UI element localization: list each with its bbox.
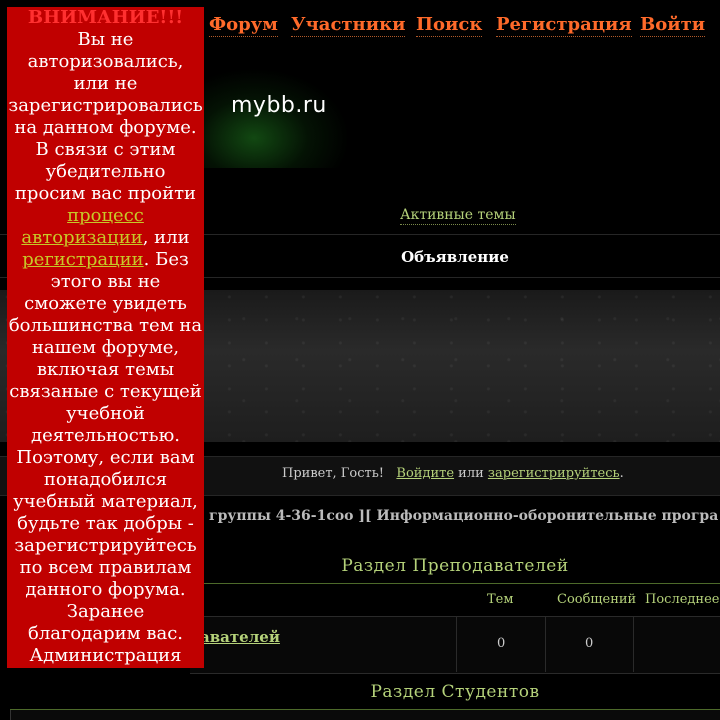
warning-text: . Без этого вы не сможете увидеть больши… — [8, 249, 203, 666]
greeting-prefix: Привет, Гость! — [282, 466, 385, 481]
section-table-start — [10, 710, 720, 720]
cell-divider — [545, 616, 546, 672]
cell-divider — [633, 616, 634, 672]
warning-text: , или — [142, 227, 190, 248]
guest-greeting: Привет, Гость! Войдите или зарегистрируй… — [282, 466, 624, 481]
column-last-post: Последнее — [645, 592, 720, 607]
column-topics: Тем — [487, 592, 514, 607]
warning-text: Вы не авторизовались, или не зарегистрир… — [8, 29, 203, 204]
nav-register[interactable]: Регистрация — [496, 14, 632, 37]
mybb-logo[interactable]: mybb.ru — [231, 93, 327, 118]
warning-title: ВНИМАНИЕ!!! — [27, 7, 184, 28]
section-title-teachers: Раздел Преподавателей — [341, 556, 569, 576]
auth-process-link[interactable]: процесс авторизации — [21, 205, 143, 248]
unauthorized-warning-box: ВНИМАНИЕ!!! Вы не авторизовались, или не… — [7, 7, 204, 668]
greeting-or: или — [458, 466, 484, 481]
forum-link-teachers[interactable]: аватeлей — [200, 628, 280, 646]
posts-count: 0 — [585, 636, 594, 651]
scrolling-marquee: группы 4-36-1соо ][ Информационно-оборон… — [209, 508, 719, 524]
column-posts: Сообщений — [557, 592, 637, 607]
nav-search[interactable]: Поиск — [416, 14, 483, 37]
topics-count: 0 — [497, 636, 506, 651]
section-divider — [190, 583, 720, 584]
cell-divider — [456, 616, 457, 672]
nav-forum[interactable]: Форум — [209, 14, 278, 37]
registration-link[interactable]: регистрации — [22, 249, 143, 270]
active-topics-link[interactable]: Активные темы — [400, 206, 516, 225]
nav-login[interactable]: Войти — [640, 14, 706, 37]
nav-members[interactable]: Участники — [291, 14, 406, 37]
banner-glow — [190, 68, 350, 168]
section-title-students: Раздел Студентов — [370, 682, 540, 702]
greeting-suffix: . — [619, 466, 624, 481]
register-link[interactable]: зарегистрируйтесь — [488, 466, 620, 481]
login-link[interactable]: Войдите — [396, 466, 454, 481]
